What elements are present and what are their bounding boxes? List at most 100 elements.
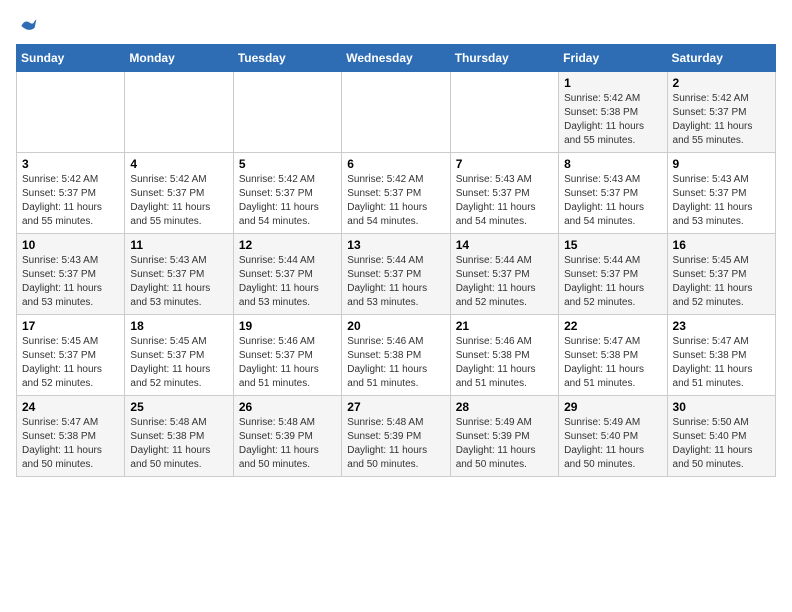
day-number: 25 xyxy=(130,400,227,414)
calendar-cell: 9 Sunrise: 5:43 AM Sunset: 5:37 PM Daylig… xyxy=(667,153,775,234)
day-info: Sunrise: 5:48 AM Sunset: 5:38 PM Dayligh… xyxy=(130,416,227,472)
day-info: Sunrise: 5:43 AM Sunset: 5:37 PM Dayligh… xyxy=(22,254,119,310)
calendar-cell: 15 Sunrise: 5:44 AM Sunset: 5:37 PM Dayli… xyxy=(559,234,667,315)
calendar-cell: 14 Sunrise: 5:44 AM Sunset: 5:37 PM Dayli… xyxy=(450,234,558,315)
day-number: 11 xyxy=(130,238,227,252)
day-info: Sunrise: 5:45 AM Sunset: 5:37 PM Dayligh… xyxy=(130,335,227,391)
calendar-cell: 25 Sunrise: 5:48 AM Sunset: 5:38 PM Dayli… xyxy=(125,396,233,477)
day-info: Sunrise: 5:45 AM Sunset: 5:37 PM Dayligh… xyxy=(673,254,770,310)
day-info: Sunrise: 5:43 AM Sunset: 5:37 PM Dayligh… xyxy=(673,173,770,229)
day-number: 29 xyxy=(564,400,661,414)
day-number: 20 xyxy=(347,319,444,333)
day-number: 30 xyxy=(673,400,770,414)
day-info: Sunrise: 5:42 AM Sunset: 5:37 PM Dayligh… xyxy=(22,173,119,229)
calendar-cell: 1 Sunrise: 5:42 AM Sunset: 5:38 PM Daylig… xyxy=(559,72,667,153)
calendar-cell xyxy=(125,72,233,153)
day-header-wednesday: Wednesday xyxy=(342,45,450,72)
day-info: Sunrise: 5:46 AM Sunset: 5:38 PM Dayligh… xyxy=(347,335,444,391)
calendar-cell: 24 Sunrise: 5:47 AM Sunset: 5:38 PM Dayli… xyxy=(17,396,125,477)
day-info: Sunrise: 5:43 AM Sunset: 5:37 PM Dayligh… xyxy=(564,173,661,229)
calendar-week-3: 10 Sunrise: 5:43 AM Sunset: 5:37 PM Dayli… xyxy=(17,234,776,315)
calendar-table: SundayMondayTuesdayWednesdayThursdayFrid… xyxy=(16,44,776,477)
day-number: 26 xyxy=(239,400,336,414)
calendar-cell: 23Sunrise: 5:47 AM Sunset: 5:38 PM Dayli… xyxy=(667,315,775,396)
day-info: Sunrise: 5:44 AM Sunset: 5:37 PM Dayligh… xyxy=(456,254,553,310)
day-number: 24 xyxy=(22,400,119,414)
day-info: Sunrise: 5:47 AM Sunset: 5:38 PM Dayligh… xyxy=(22,416,119,472)
calendar-cell: 16 Sunrise: 5:45 AM Sunset: 5:37 PM Dayli… xyxy=(667,234,775,315)
calendar-cell: 7 Sunrise: 5:43 AM Sunset: 5:37 PM Daylig… xyxy=(450,153,558,234)
day-number: 12 xyxy=(239,238,336,252)
day-number: 4 xyxy=(130,157,227,171)
day-info: Sunrise: 5:49 AM Sunset: 5:39 PM Dayligh… xyxy=(456,416,553,472)
day-number: 8 xyxy=(564,157,661,171)
day-info: Sunrise: 5:44 AM Sunset: 5:37 PM Dayligh… xyxy=(347,254,444,310)
calendar-cell: 10 Sunrise: 5:43 AM Sunset: 5:37 PM Dayli… xyxy=(17,234,125,315)
day-number: 9 xyxy=(673,157,770,171)
calendar-cell: 8 Sunrise: 5:43 AM Sunset: 5:37 PM Daylig… xyxy=(559,153,667,234)
calendar-cell xyxy=(342,72,450,153)
calendar-cell: 19Sunrise: 5:46 AM Sunset: 5:37 PM Dayli… xyxy=(233,315,341,396)
day-number: 3 xyxy=(22,157,119,171)
day-number: 17 xyxy=(22,319,119,333)
calendar-cell: 21 Sunrise: 5:46 AM Sunset: 5:38 PM Dayli… xyxy=(450,315,558,396)
day-number: 10 xyxy=(22,238,119,252)
calendar-week-1: 1 Sunrise: 5:42 AM Sunset: 5:38 PM Daylig… xyxy=(17,72,776,153)
day-number: 23 xyxy=(673,319,770,333)
calendar-cell: 30 Sunrise: 5:50 AM Sunset: 5:40 PM Dayli… xyxy=(667,396,775,477)
day-number: 14 xyxy=(456,238,553,252)
day-number: 16 xyxy=(673,238,770,252)
day-info: Sunrise: 5:50 AM Sunset: 5:40 PM Dayligh… xyxy=(673,416,770,472)
calendar-cell: 22 Sunrise: 5:47 AM Sunset: 5:38 PM Dayli… xyxy=(559,315,667,396)
day-info: Sunrise: 5:42 AM Sunset: 5:37 PM Dayligh… xyxy=(130,173,227,229)
day-number: 28 xyxy=(456,400,553,414)
day-info: Sunrise: 5:43 AM Sunset: 5:37 PM Dayligh… xyxy=(130,254,227,310)
day-info: Sunrise: 5:44 AM Sunset: 5:37 PM Dayligh… xyxy=(564,254,661,310)
calendar-week-5: 24 Sunrise: 5:47 AM Sunset: 5:38 PM Dayli… xyxy=(17,396,776,477)
calendar-header-row: SundayMondayTuesdayWednesdayThursdayFrid… xyxy=(17,45,776,72)
day-number: 7 xyxy=(456,157,553,171)
day-number: 21 xyxy=(456,319,553,333)
day-info: Sunrise: 5:42 AM Sunset: 5:37 PM Dayligh… xyxy=(347,173,444,229)
calendar-cell xyxy=(233,72,341,153)
logo xyxy=(16,16,38,32)
day-info: Sunrise: 5:42 AM Sunset: 5:37 PM Dayligh… xyxy=(239,173,336,229)
day-number: 1 xyxy=(564,76,661,90)
calendar-cell: 6Sunrise: 5:42 AM Sunset: 5:37 PM Daylig… xyxy=(342,153,450,234)
calendar-body: 1 Sunrise: 5:42 AM Sunset: 5:38 PM Daylig… xyxy=(17,72,776,477)
day-info: Sunrise: 5:49 AM Sunset: 5:40 PM Dayligh… xyxy=(564,416,661,472)
logo-icon xyxy=(18,16,38,36)
day-info: Sunrise: 5:43 AM Sunset: 5:37 PM Dayligh… xyxy=(456,173,553,229)
day-header-monday: Monday xyxy=(125,45,233,72)
day-info: Sunrise: 5:47 AM Sunset: 5:38 PM Dayligh… xyxy=(564,335,661,391)
day-number: 22 xyxy=(564,319,661,333)
day-header-thursday: Thursday xyxy=(450,45,558,72)
day-number: 18 xyxy=(130,319,227,333)
day-info: Sunrise: 5:42 AM Sunset: 5:38 PM Dayligh… xyxy=(564,92,661,148)
calendar-cell: 17 Sunrise: 5:45 AM Sunset: 5:37 PM Dayli… xyxy=(17,315,125,396)
day-number: 2 xyxy=(673,76,770,90)
day-header-saturday: Saturday xyxy=(667,45,775,72)
calendar-cell: 11 Sunrise: 5:43 AM Sunset: 5:37 PM Dayli… xyxy=(125,234,233,315)
calendar-cell: 26 Sunrise: 5:48 AM Sunset: 5:39 PM Dayli… xyxy=(233,396,341,477)
day-header-tuesday: Tuesday xyxy=(233,45,341,72)
day-info: Sunrise: 5:42 AM Sunset: 5:37 PM Dayligh… xyxy=(673,92,770,148)
day-info: Sunrise: 5:46 AM Sunset: 5:38 PM Dayligh… xyxy=(456,335,553,391)
calendar-cell: 20 Sunrise: 5:46 AM Sunset: 5:38 PM Dayli… xyxy=(342,315,450,396)
day-number: 15 xyxy=(564,238,661,252)
calendar-cell: 12 Sunrise: 5:44 AM Sunset: 5:37 PM Dayli… xyxy=(233,234,341,315)
calendar-cell: 18 Sunrise: 5:45 AM Sunset: 5:37 PM Dayli… xyxy=(125,315,233,396)
calendar-cell: 3 Sunrise: 5:42 AM Sunset: 5:37 PM Daylig… xyxy=(17,153,125,234)
day-info: Sunrise: 5:45 AM Sunset: 5:37 PM Dayligh… xyxy=(22,335,119,391)
calendar-week-2: 3 Sunrise: 5:42 AM Sunset: 5:37 PM Daylig… xyxy=(17,153,776,234)
calendar-cell: 13 Sunrise: 5:44 AM Sunset: 5:37 PM Dayli… xyxy=(342,234,450,315)
calendar-week-4: 17 Sunrise: 5:45 AM Sunset: 5:37 PM Dayli… xyxy=(17,315,776,396)
day-info: Sunrise: 5:44 AM Sunset: 5:37 PM Dayligh… xyxy=(239,254,336,310)
calendar-cell: 28 Sunrise: 5:49 AM Sunset: 5:39 PM Dayli… xyxy=(450,396,558,477)
calendar-cell: 2 Sunrise: 5:42 AM Sunset: 5:37 PM Daylig… xyxy=(667,72,775,153)
day-header-sunday: Sunday xyxy=(17,45,125,72)
calendar-cell: 27Sunrise: 5:48 AM Sunset: 5:39 PM Dayli… xyxy=(342,396,450,477)
day-number: 13 xyxy=(347,238,444,252)
day-header-friday: Friday xyxy=(559,45,667,72)
day-info: Sunrise: 5:48 AM Sunset: 5:39 PM Dayligh… xyxy=(239,416,336,472)
